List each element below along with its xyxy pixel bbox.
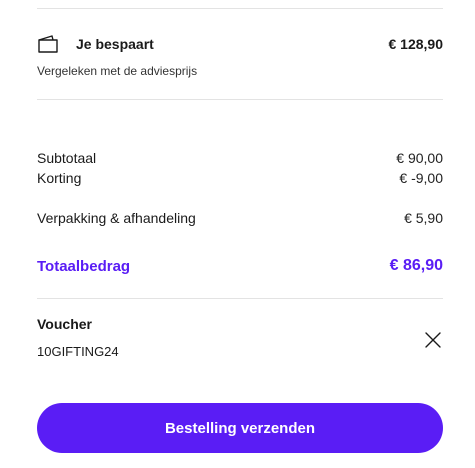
subtotal-label: Subtotaal bbox=[37, 150, 97, 166]
savings-block: Je bespaart € 128,90 Vergeleken met de a… bbox=[37, 32, 443, 78]
packaging-label: Verpakking & afhandeling bbox=[37, 210, 196, 226]
voucher-title: Voucher bbox=[37, 316, 92, 332]
packaging-value: € 5,90 bbox=[404, 210, 443, 226]
top-divider bbox=[37, 8, 443, 9]
korting-row: Korting € -9,00 bbox=[37, 168, 443, 188]
voucher-block: Voucher 10GIFTING24 bbox=[37, 316, 443, 359]
discount-label: Korting bbox=[37, 170, 82, 186]
savings-divider bbox=[37, 99, 443, 100]
subtotal-value: € 90,00 bbox=[396, 150, 443, 166]
discount-value: € -9,00 bbox=[399, 170, 443, 186]
subtotal-row: Subtotaal € 90,00 bbox=[37, 148, 443, 168]
packaging-row: Verpakking & afhandeling € 5,90 bbox=[37, 208, 443, 228]
savings-left: Je bespaart bbox=[37, 34, 154, 54]
order-summary: Je bespaart € 128,90 Vergeleken met de a… bbox=[0, 0, 475, 468]
total-label: Totaalbedrag bbox=[37, 257, 131, 275]
total-row: Totaalbedrag € 86,90 bbox=[37, 256, 443, 276]
wallet-icon bbox=[37, 34, 59, 54]
savings-subtitle: Vergeleken met de adviesprijs bbox=[37, 64, 198, 78]
submit-order-button[interactable]: Bestelling verzenden bbox=[37, 403, 443, 453]
savings-amount: € 128,90 bbox=[388, 36, 444, 52]
savings-title: Je bespaart bbox=[76, 36, 154, 52]
close-icon[interactable] bbox=[423, 330, 443, 350]
total-divider bbox=[37, 298, 443, 299]
voucher-code: 10GIFTING24 bbox=[37, 344, 119, 359]
total-value: € 86,90 bbox=[389, 257, 443, 274]
savings-row: Je bespaart € 128,90 bbox=[37, 32, 443, 56]
